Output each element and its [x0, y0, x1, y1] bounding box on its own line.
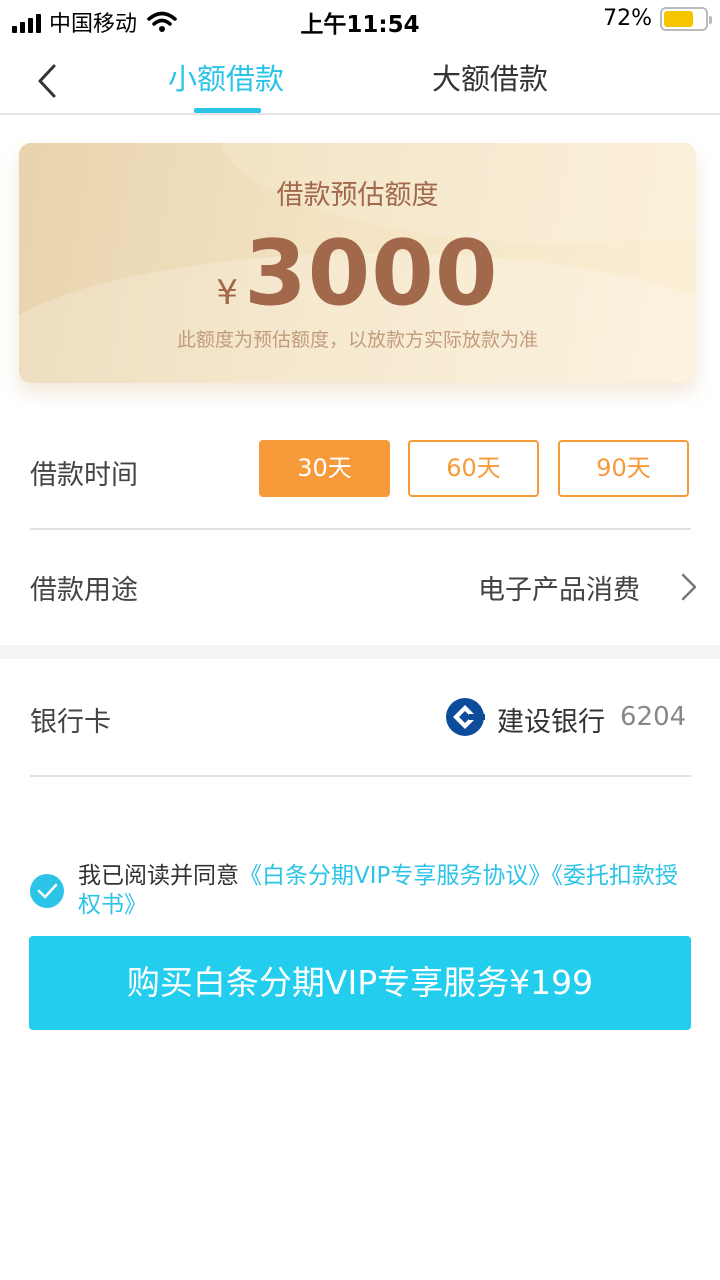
- battery-percent: 72%: [603, 6, 652, 31]
- status-bar: 中国移动 上午11:54 72%: [0, 0, 720, 40]
- loan-amount: 3000: [244, 221, 499, 326]
- tab-small-loan[interactable]: 小额借款: [168, 56, 284, 113]
- agreement-prefix: 我已阅读并同意: [78, 863, 239, 889]
- bank-card-number: 6204: [620, 702, 687, 732]
- bank-name: 建设银行: [497, 707, 605, 738]
- chevron-right-icon[interactable]: [678, 572, 700, 602]
- agreement-checkbox[interactable]: [30, 874, 64, 908]
- battery-level: [664, 10, 693, 27]
- term-option-90[interactable]: 90天: [558, 440, 689, 497]
- section-separator: [0, 645, 720, 659]
- agreement-text: 我已阅读并同意《白条分期VIP专享服务协议》《委托扣款授权书》: [78, 862, 698, 920]
- card-title: 借款预估额度: [276, 180, 439, 211]
- battery-icon: [660, 6, 712, 31]
- amount-row: ¥3000: [19, 221, 696, 326]
- purchase-vip-button[interactable]: 购买白条分期VIP专享服务¥199: [29, 936, 691, 1030]
- tab-large-loan[interactable]: 大额借款: [432, 56, 548, 113]
- currency-symbol: ¥: [216, 273, 239, 313]
- active-tab-indicator: [194, 108, 261, 113]
- card-note: 此额度为预估额度，以放款方实际放款为准: [176, 329, 538, 351]
- term-option-60[interactable]: 60天: [408, 440, 539, 497]
- bank-card-label: 银行卡: [30, 707, 111, 738]
- vip-service-agreement-link[interactable]: 《白条分期VIP专享服务协议》: [239, 863, 551, 889]
- term-option-30[interactable]: 30天: [259, 440, 390, 497]
- divider: [30, 528, 691, 530]
- ccb-bank-icon: [446, 698, 485, 736]
- loan-estimate-card: 借款预估额度 ¥3000 此额度为预估额度，以放款方实际放款为准: [19, 143, 696, 383]
- loan-purpose-label: 借款用途: [30, 575, 138, 606]
- status-right: 72%: [603, 6, 712, 31]
- divider: [30, 775, 691, 777]
- check-icon: [37, 883, 58, 899]
- loan-purpose-value[interactable]: 电子产品消费: [478, 568, 640, 607]
- back-arrow-icon[interactable]: [30, 64, 64, 98]
- nav-bar: 小额借款 大额借款: [0, 40, 720, 115]
- loan-term-label: 借款时间: [30, 460, 138, 491]
